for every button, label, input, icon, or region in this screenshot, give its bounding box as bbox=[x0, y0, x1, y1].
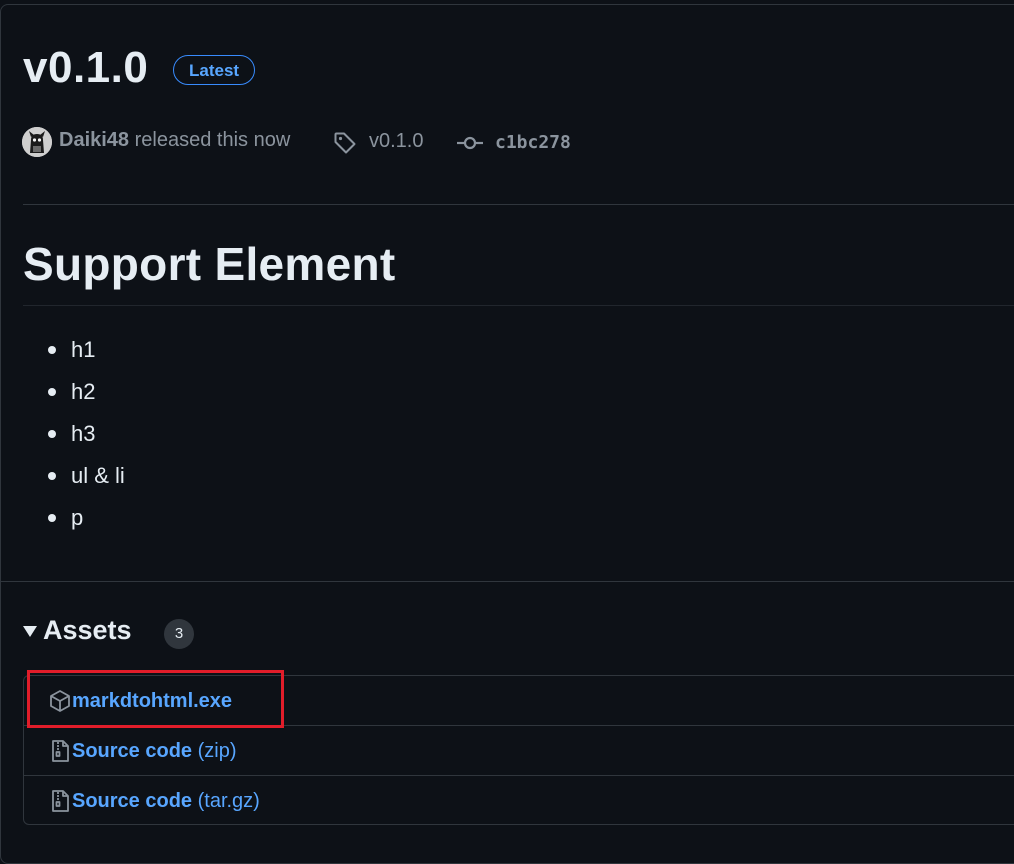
list-item: h1 bbox=[23, 330, 125, 372]
latest-badge: Latest bbox=[173, 55, 256, 85]
asset-suffix: (zip) bbox=[192, 740, 237, 762]
assets-count-badge: 3 bbox=[164, 619, 194, 649]
triangle-down-icon bbox=[23, 626, 37, 637]
notes-list: h1 h2 h3 ul & li p bbox=[23, 330, 125, 540]
bullet-icon bbox=[48, 514, 56, 522]
asset-name: Source code bbox=[72, 790, 193, 812]
author-link[interactable]: Daiki48 bbox=[59, 129, 129, 151]
author-line: Daiki48 released this now bbox=[59, 129, 290, 152]
asset-row: Source code (tar.gz) bbox=[24, 775, 1014, 825]
asset-row: markdtohtml.exe bbox=[24, 676, 1014, 725]
list-item-text: ul & li bbox=[71, 463, 125, 488]
release-title[interactable]: v0.1.0 bbox=[23, 40, 148, 96]
git-commit-icon bbox=[456, 131, 484, 155]
bullet-icon bbox=[48, 472, 56, 480]
avatar[interactable] bbox=[22, 127, 52, 157]
asset-list: markdtohtml.exe Source code (zip) Source… bbox=[23, 675, 1014, 825]
notes-heading: Support Element bbox=[23, 238, 396, 290]
file-zip-icon bbox=[49, 739, 71, 763]
assets-label: Assets bbox=[43, 615, 132, 645]
asset-suffix: (tar.gz) bbox=[192, 790, 260, 812]
released-text: released this now bbox=[129, 129, 291, 151]
release-meta: Daiki48 released this now v0.1.0 c1bc278 bbox=[22, 126, 722, 158]
file-zip-icon bbox=[49, 789, 71, 813]
asset-name: markdtohtml.exe bbox=[72, 690, 233, 712]
commit-link[interactable]: c1bc278 bbox=[495, 132, 571, 153]
asset-link-source-zip[interactable]: Source code (zip) bbox=[72, 740, 237, 763]
divider bbox=[23, 204, 1014, 205]
list-item-text: p bbox=[71, 505, 84, 530]
bullet-icon bbox=[48, 346, 56, 354]
asset-row: Source code (zip) bbox=[24, 725, 1014, 775]
list-item: p bbox=[23, 498, 125, 540]
asset-link-source-targz[interactable]: Source code (tar.gz) bbox=[72, 790, 260, 813]
heading-rule bbox=[23, 305, 1014, 306]
list-item: h3 bbox=[23, 414, 125, 456]
list-item: ul & li bbox=[23, 456, 125, 498]
tag-icon bbox=[333, 131, 357, 155]
bullet-icon bbox=[48, 388, 56, 396]
section-divider bbox=[0, 581, 1014, 582]
tag-link[interactable]: v0.1.0 bbox=[369, 130, 423, 153]
bullet-icon bbox=[48, 430, 56, 438]
asset-name: Source code bbox=[72, 740, 193, 762]
list-item-text: h2 bbox=[71, 379, 96, 404]
package-icon bbox=[49, 689, 71, 713]
asset-link-markdtohtml-exe[interactable]: markdtohtml.exe bbox=[72, 690, 232, 713]
list-item-text: h3 bbox=[71, 421, 96, 446]
list-item-text: h1 bbox=[71, 337, 96, 362]
list-item: h2 bbox=[23, 372, 125, 414]
